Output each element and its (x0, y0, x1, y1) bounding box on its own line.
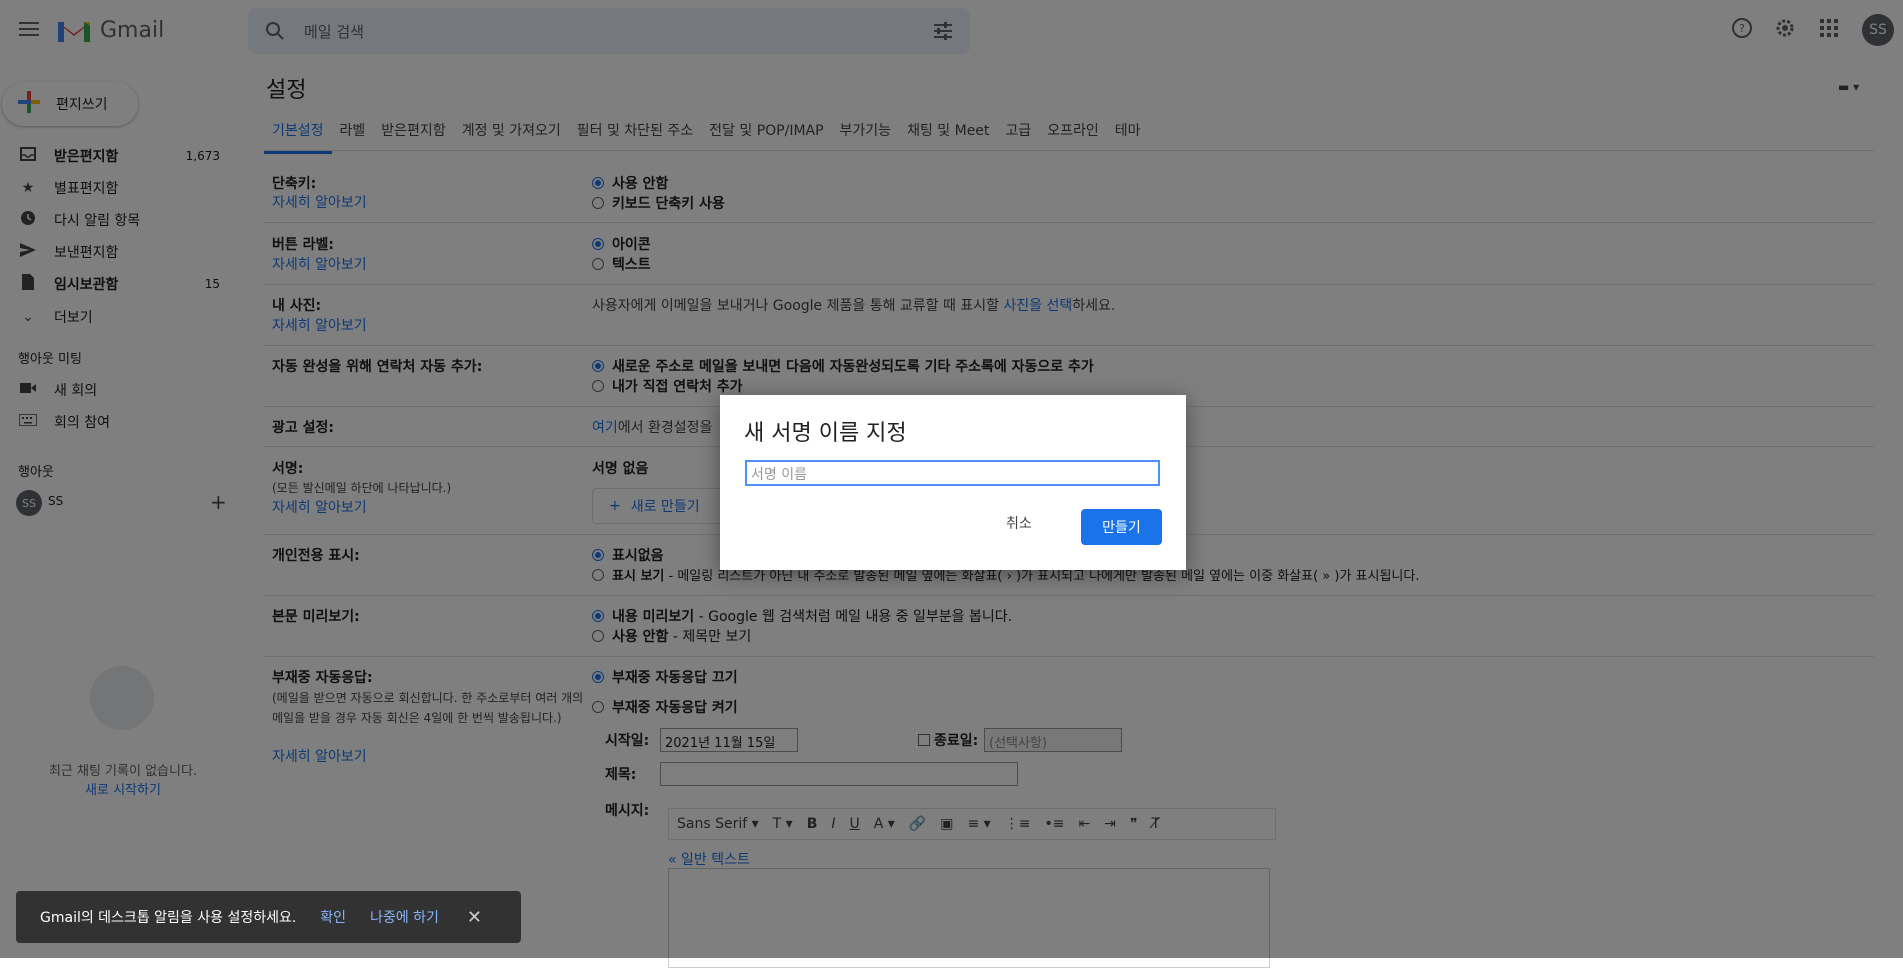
dialog-title: 새 서명 이름 지정 (744, 421, 907, 446)
cancel-button[interactable]: 취소 (1006, 513, 1032, 533)
snackbar-later-button[interactable]: 나중에 하기 (370, 907, 439, 927)
create-button[interactable]: 만들기 (1081, 509, 1162, 545)
snackbar-text: Gmail의 데스크톱 알림을 사용 설정하세요. (40, 910, 297, 926)
snackbar-ok-button[interactable]: 확인 (320, 907, 346, 927)
signature-name-input[interactable]: 서명 이름 (745, 460, 1160, 486)
new-signature-dialog: 새 서명 이름 지정 서명 이름 취소 만들기 (720, 395, 1186, 570)
notification-snackbar: Gmail의 데스크톱 알림을 사용 설정하세요. 확인 나중에 하기 ✕ (16, 891, 521, 943)
close-icon[interactable]: ✕ (467, 907, 482, 928)
